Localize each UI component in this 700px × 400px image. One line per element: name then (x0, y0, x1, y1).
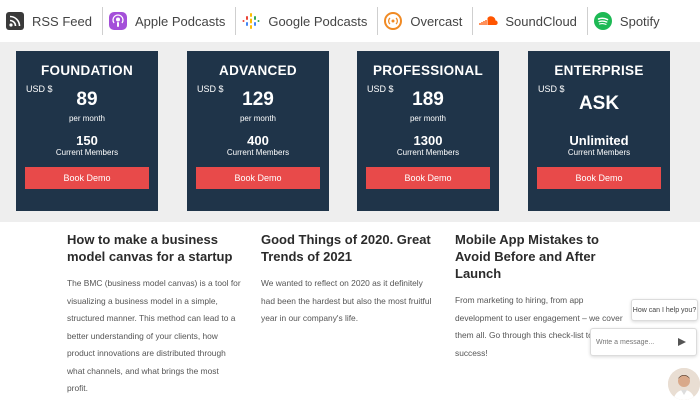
post-title[interactable]: Good Things of 2020. Great Trends of 202… (261, 231, 436, 265)
soundcloud-link[interactable]: SoundCloud (473, 0, 587, 42)
plan-price: ASK (578, 93, 620, 114)
google-podcasts-label: Google Podcasts (268, 13, 368, 29)
plan-members-label: Current Members (567, 148, 631, 157)
plan-name: ENTERPRISE (554, 63, 644, 78)
plan-members: Unlimited (569, 133, 629, 148)
avatar[interactable] (668, 368, 700, 400)
plan-name: ADVANCED (219, 63, 297, 78)
plan-card-foundation: FOUNDATION USD $ 89 per month 150 Curren… (16, 51, 158, 211)
post-excerpt: The BMC (business model canvas) is a too… (67, 278, 241, 393)
chat-input-box (590, 328, 697, 356)
book-demo-button[interactable]: Book Demo (196, 167, 320, 189)
google-podcasts-link[interactable]: Google Podcasts (236, 0, 377, 42)
plan-members: 400 (247, 133, 269, 148)
soundcloud-label: SoundCloud (505, 13, 577, 29)
soundcloud-icon (479, 12, 499, 30)
plan-period: per month (68, 114, 106, 123)
plan-members-label: Current Members (226, 148, 290, 157)
plan-card-enterprise: ENTERPRISE USD $ ASK Unlimited Current M… (528, 51, 670, 211)
rss-feed-label: RSS Feed (32, 13, 92, 29)
post-title[interactable]: Mobile App Mistakes to Avoid Before and … (455, 231, 625, 282)
plan-members: 1300 (413, 133, 443, 148)
spotify-label: Spotify (619, 13, 660, 29)
google-podcasts-icon (242, 12, 260, 30)
plan-price: 129 (242, 89, 274, 110)
rss-icon (6, 12, 24, 30)
plan-members-label: Current Members (55, 148, 119, 157)
chat-message-input[interactable] (591, 331, 673, 353)
send-icon[interactable] (673, 333, 691, 351)
apple-podcasts-link[interactable]: Apple Podcasts (103, 0, 235, 42)
spotify-icon (593, 12, 612, 30)
podcast-links-bar: RSS Feed Apple Podcasts Google Podcasts (0, 0, 700, 42)
blog-post: How to make a business model canvas for … (67, 231, 242, 398)
plan-members: 150 (76, 133, 98, 148)
overcast-label: Overcast (410, 13, 463, 29)
plan-period: per month (409, 114, 447, 123)
book-demo-button[interactable]: Book Demo (537, 167, 661, 189)
plan-members-label: Current Members (396, 148, 460, 157)
apple-podcasts-label: Apple Podcasts (134, 13, 226, 29)
overcast-icon (384, 12, 403, 30)
rss-feed-link[interactable]: RSS Feed (0, 0, 102, 42)
apple-podcasts-icon (108, 12, 127, 30)
blog-post: Good Things of 2020. Great Trends of 202… (261, 231, 436, 328)
plan-name: PROFESSIONAL (372, 63, 484, 78)
plan-card-advanced: ADVANCED USD $ 129 per month 400 Current… (187, 51, 329, 211)
plan-name: FOUNDATION (41, 63, 133, 78)
overcast-link[interactable]: Overcast (378, 0, 472, 42)
plan-price: 189 (412, 89, 444, 110)
chat-greeting: How can I help you? (631, 299, 698, 321)
spotify-link[interactable]: Spotify (588, 0, 670, 42)
plan-period: per month (239, 114, 277, 123)
book-demo-button[interactable]: Book Demo (366, 167, 490, 189)
post-title[interactable]: How to make a business model canvas for … (67, 231, 242, 265)
plan-price: 89 (76, 89, 98, 110)
book-demo-button[interactable]: Book Demo (25, 167, 149, 189)
pricing-section: FOUNDATION USD $ 89 per month 150 Curren… (0, 42, 700, 222)
plan-card-professional: PROFESSIONAL USD $ 189 per month 1300 Cu… (357, 51, 499, 211)
post-excerpt: We wanted to reflect on 2020 as it defin… (261, 278, 432, 323)
